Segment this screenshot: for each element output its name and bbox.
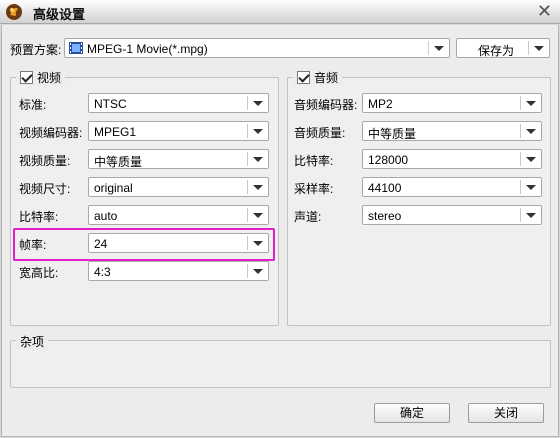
chevron-down-icon — [253, 185, 263, 190]
chevron-down-icon — [526, 157, 536, 162]
video-row-select[interactable]: 4:3 — [88, 261, 269, 281]
audio-row-select[interactable]: MP2 — [362, 93, 542, 113]
preset-value: MPEG-1 Movie(*.mpg) — [87, 42, 208, 56]
video-row-value: 中等质量 — [94, 155, 143, 169]
close-button[interactable]: 关闭 — [468, 403, 544, 423]
audio-row-select[interactable]: 44100 — [362, 177, 542, 197]
misc-group-title: 杂项 — [16, 333, 49, 350]
audio-group — [287, 77, 551, 326]
window-title: 高级设置 — [33, 7, 86, 22]
video-row-select[interactable]: auto — [88, 205, 269, 225]
video-row-label: 视频尺寸: — [19, 182, 71, 196]
audio-row-value: stereo — [368, 209, 402, 223]
title-bar: 高级设置 ✕ — [0, 0, 560, 24]
chevron-down-icon — [526, 129, 536, 134]
audio-group-header: 音频 — [293, 69, 343, 85]
audio-enable-checkbox[interactable] — [297, 70, 310, 84]
save-as-dropdown[interactable]: 保存为 — [456, 38, 550, 58]
save-as-label: 保存为 — [478, 44, 515, 58]
audio-row-label: 音频编码器: — [294, 98, 358, 112]
video-row-select[interactable]: 中等质量 — [88, 149, 269, 169]
video-row-label: 视频编码器: — [19, 126, 83, 140]
video-row-select[interactable]: NTSC — [88, 93, 269, 113]
video-row-label: 宽高比: — [19, 266, 59, 280]
audio-row-select[interactable]: 128000 — [362, 149, 542, 169]
audio-row-value: 128000 — [368, 153, 409, 167]
video-enable-checkbox[interactable] — [20, 70, 33, 84]
video-row-value: MPEG1 — [94, 125, 137, 139]
video-group-title: 视频 — [37, 70, 62, 85]
audio-row-label: 声道: — [294, 210, 322, 224]
video-group — [10, 77, 279, 326]
audio-row-value: 44100 — [368, 181, 402, 195]
chevron-down-icon — [253, 269, 263, 274]
misc-group — [10, 340, 551, 388]
advanced-settings-dialog: 预置方案: MPEG-1 Movie(*.mpg) 保存为 视频 标准: NTSC… — [1, 25, 559, 437]
preset-label: 预置方案: — [10, 43, 62, 57]
video-row-label: 标准: — [19, 98, 47, 112]
film-icon — [69, 42, 83, 54]
app-logo-icon — [6, 4, 22, 20]
audio-group-title: 音频 — [314, 70, 339, 85]
video-row-value: original — [94, 181, 133, 195]
close-window-icon[interactable]: ✕ — [537, 1, 552, 21]
audio-row-label: 采样率: — [294, 182, 334, 196]
chevron-down-icon — [253, 213, 263, 218]
audio-row-label: 比特率: — [294, 154, 334, 168]
chevron-down-icon — [526, 213, 536, 218]
video-row-select[interactable]: MPEG1 — [88, 121, 269, 141]
audio-row-select[interactable]: stereo — [362, 205, 542, 225]
video-row-select[interactable]: original — [88, 177, 269, 197]
video-row-value: 4:3 — [94, 265, 111, 279]
chevron-down-icon — [534, 46, 544, 51]
audio-row-value: MP2 — [368, 97, 393, 111]
audio-row-label: 音频质量: — [294, 126, 346, 140]
chevron-down-icon — [253, 157, 263, 162]
ok-button[interactable]: 确定 — [374, 403, 450, 423]
chevron-down-icon — [434, 46, 444, 51]
audio-row-value: 中等质量 — [368, 127, 417, 141]
frame-rate-highlight — [13, 228, 275, 261]
video-group-header: 视频 — [16, 69, 66, 85]
video-row-value: NTSC — [94, 97, 127, 111]
video-row-label: 比特率: — [19, 210, 59, 224]
audio-row-select[interactable]: 中等质量 — [362, 121, 542, 141]
video-row-value: auto — [94, 209, 118, 223]
chevron-down-icon — [526, 185, 536, 190]
chevron-down-icon — [253, 101, 263, 106]
chevron-down-icon — [526, 101, 536, 106]
chevron-down-icon — [253, 129, 263, 134]
preset-select[interactable]: MPEG-1 Movie(*.mpg) — [64, 38, 450, 58]
video-row-label: 视频质量: — [19, 154, 71, 168]
